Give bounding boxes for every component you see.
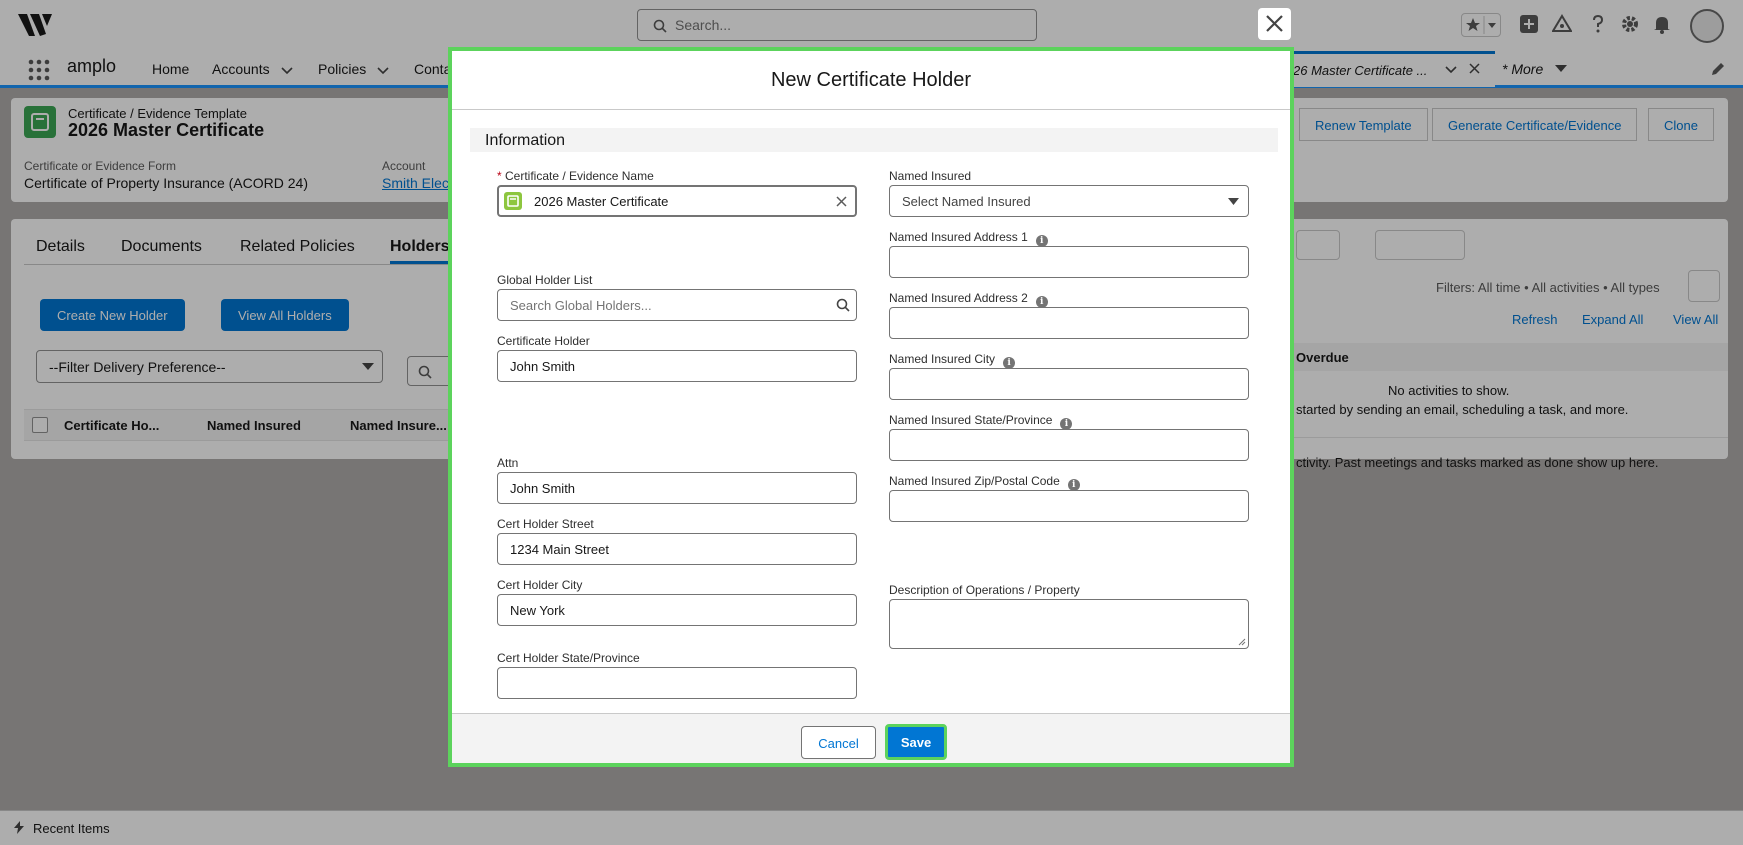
attn-label: Attn bbox=[497, 456, 519, 470]
cert-name-value: 2026 Master Certificate bbox=[534, 194, 669, 209]
cert-holder-label: Certificate Holder bbox=[497, 334, 590, 348]
ni-state-label-text: Named Insured State/Province bbox=[889, 413, 1053, 427]
attn-value: John Smith bbox=[510, 481, 576, 496]
city-value: New York bbox=[510, 603, 565, 618]
description-label: Description of Operations / Property bbox=[889, 583, 1080, 597]
required-asterisk: * bbox=[497, 169, 502, 183]
ni-state-input[interactable] bbox=[889, 429, 1249, 461]
ni-addr2-label: Named Insured Address 2i bbox=[889, 291, 1048, 308]
city-label: Cert Holder City bbox=[497, 578, 583, 592]
clear-selection-icon[interactable] bbox=[836, 196, 847, 207]
ni-state-label: Named Insured State/Province i bbox=[889, 413, 1073, 430]
street-label: Cert Holder Street bbox=[497, 517, 594, 531]
resize-handle-icon[interactable] bbox=[1238, 638, 1246, 646]
global-holder-label: Global Holder List bbox=[497, 273, 593, 287]
ni-zip-label-text: Named Insured Zip/Postal Code bbox=[889, 474, 1060, 488]
ni-addr1-label-text: Named Insured Address 1 bbox=[889, 230, 1028, 244]
new-certificate-holder-modal: New Certificate Holder Information * Cer… bbox=[448, 47, 1294, 767]
named-insured-select[interactable]: Select Named Insured bbox=[889, 185, 1249, 217]
save-button[interactable]: Save bbox=[885, 724, 947, 760]
description-textarea[interactable] bbox=[889, 599, 1249, 649]
attn-input[interactable]: John Smith bbox=[497, 472, 857, 504]
state-label: Cert Holder State/Province bbox=[497, 651, 640, 665]
cert-holder-input[interactable]: John Smith bbox=[497, 350, 857, 382]
named-insured-placeholder: Select Named Insured bbox=[902, 194, 1031, 209]
named-insured-label: Named Insured bbox=[889, 169, 972, 183]
cert-name-lookup[interactable]: 2026 Master Certificate bbox=[497, 185, 857, 217]
street-input[interactable]: 1234 Main Street bbox=[497, 533, 857, 565]
ni-addr2-input[interactable] bbox=[889, 307, 1249, 339]
ni-addr2-label-text: Named Insured Address 2 bbox=[889, 291, 1028, 305]
section-header[interactable]: Information bbox=[470, 128, 1278, 152]
state-input[interactable] bbox=[497, 667, 857, 699]
close-modal-icon[interactable] bbox=[1258, 8, 1291, 40]
cert-name-label: * Certificate / Evidence Name bbox=[497, 169, 654, 183]
caret-down-icon bbox=[1228, 198, 1239, 205]
city-input[interactable]: New York bbox=[497, 594, 857, 626]
ni-city-label-text: Named Insured City bbox=[889, 352, 996, 366]
search-icon bbox=[836, 298, 850, 312]
ni-city-input[interactable] bbox=[889, 368, 1249, 400]
modal-footer: Cancel Save bbox=[452, 713, 1290, 763]
modal-body[interactable]: Information * Certificate / Evidence Nam… bbox=[452, 110, 1290, 713]
ni-zip-input[interactable] bbox=[889, 490, 1249, 522]
ni-city-label: Named Insured City i bbox=[889, 352, 1016, 369]
cancel-button[interactable]: Cancel bbox=[801, 726, 876, 759]
certificate-template-icon bbox=[504, 192, 522, 210]
cert-name-label-text: Certificate / Evidence Name bbox=[505, 169, 654, 183]
ni-addr1-input[interactable] bbox=[889, 246, 1249, 278]
ni-addr1-label: Named Insured Address 1i bbox=[889, 230, 1048, 247]
ni-zip-label: Named Insured Zip/Postal Code i bbox=[889, 474, 1080, 491]
cert-holder-value: John Smith bbox=[510, 359, 576, 374]
modal-title: New Certificate Holder bbox=[452, 51, 1290, 110]
street-value: 1234 Main Street bbox=[510, 542, 610, 557]
global-holder-placeholder: Search Global Holders... bbox=[510, 298, 652, 313]
global-holder-search[interactable]: Search Global Holders... bbox=[497, 289, 857, 321]
